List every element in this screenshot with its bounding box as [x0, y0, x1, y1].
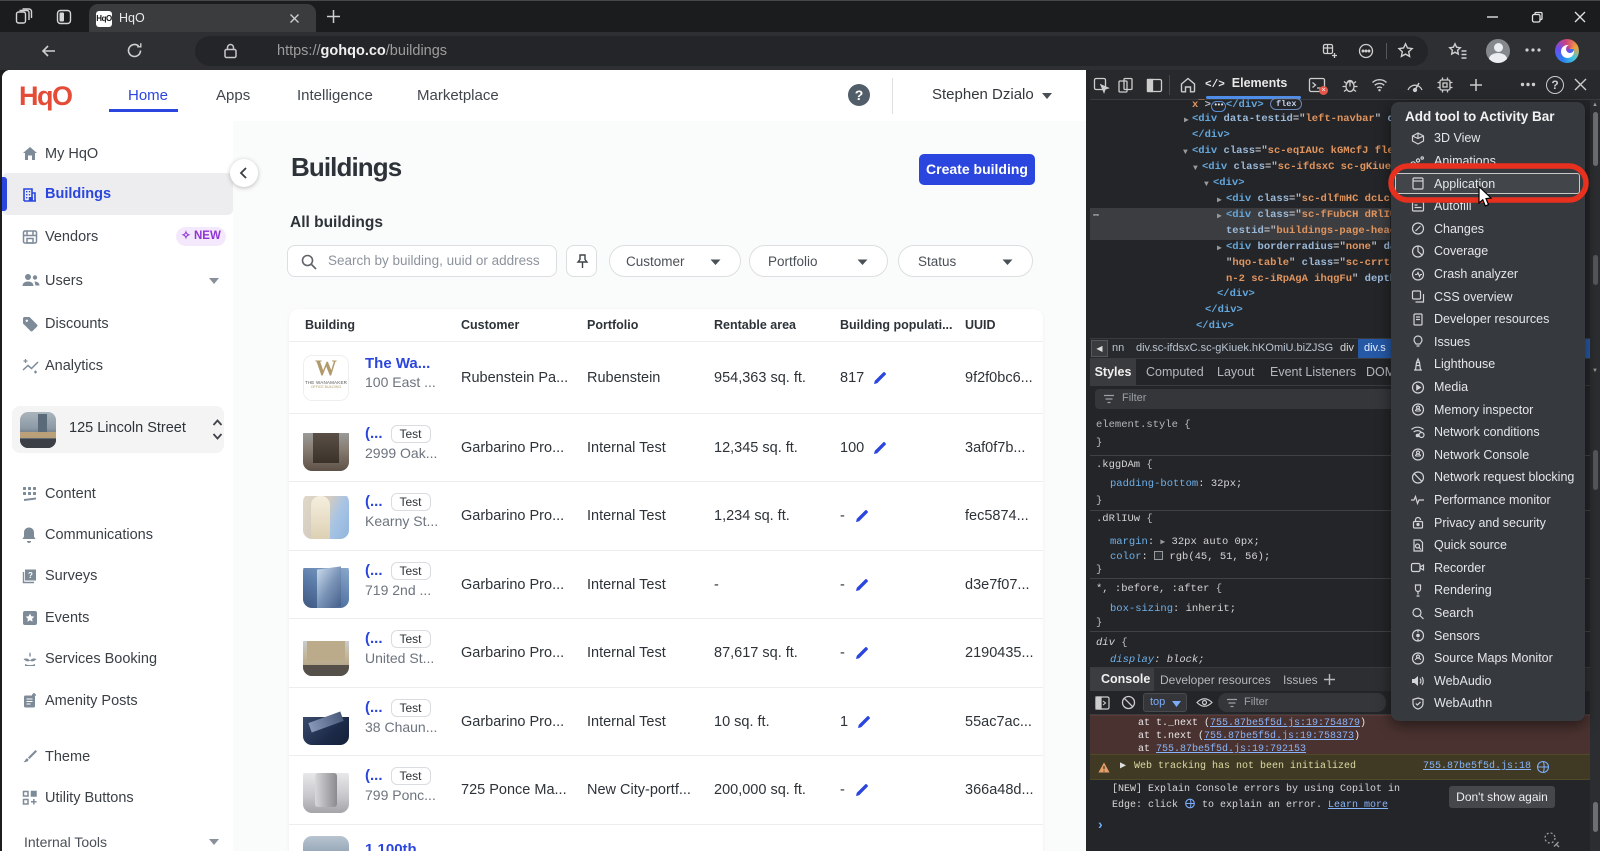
svg-text:?: ? — [28, 571, 33, 580]
